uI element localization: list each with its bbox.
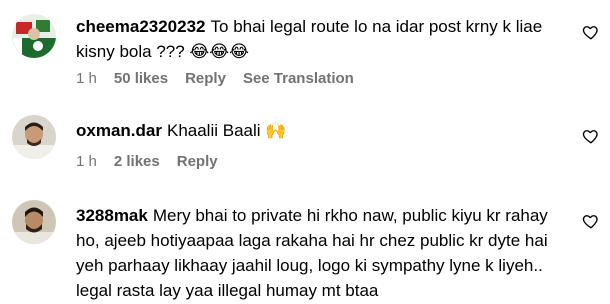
commenter-avatar[interactable] [12,14,56,58]
comment-timestamp[interactable]: 1 h [76,153,97,170]
comment-meta: 1 h 2 likes Reply [76,153,235,170]
heart-outline-icon[interactable] [582,127,600,145]
comment-timestamp[interactable]: 1 h [76,70,97,87]
username-link[interactable]: 3288mak [76,206,148,225]
comment-text: cheema2320232 To bhai legal route lo na i… [76,14,576,64]
comment-text: oxman.dar Khaalii Baali 🙌 [76,118,576,143]
comment-text: 3288mak Mery bhai to private hi rkho naw,… [76,203,576,303]
commenter-avatar[interactable] [12,200,56,244]
username-link[interactable]: oxman.dar [76,121,162,140]
likes-count[interactable]: 2 likes [114,153,160,170]
see-translation-button[interactable]: See Translation [243,70,354,87]
heart-outline-icon[interactable] [582,212,600,230]
reply-button[interactable]: Reply [177,153,218,170]
comment-message: Khaalii Baali 🙌 [166,121,287,140]
likes-count[interactable]: 50 likes [114,70,168,87]
heart-outline-icon[interactable] [582,23,600,41]
reply-button[interactable]: Reply [185,70,226,87]
username-link[interactable]: cheema2320232 [76,17,206,36]
commenter-avatar[interactable] [12,115,56,159]
comment-meta: 1 h 50 likes Reply See Translation [76,70,371,87]
